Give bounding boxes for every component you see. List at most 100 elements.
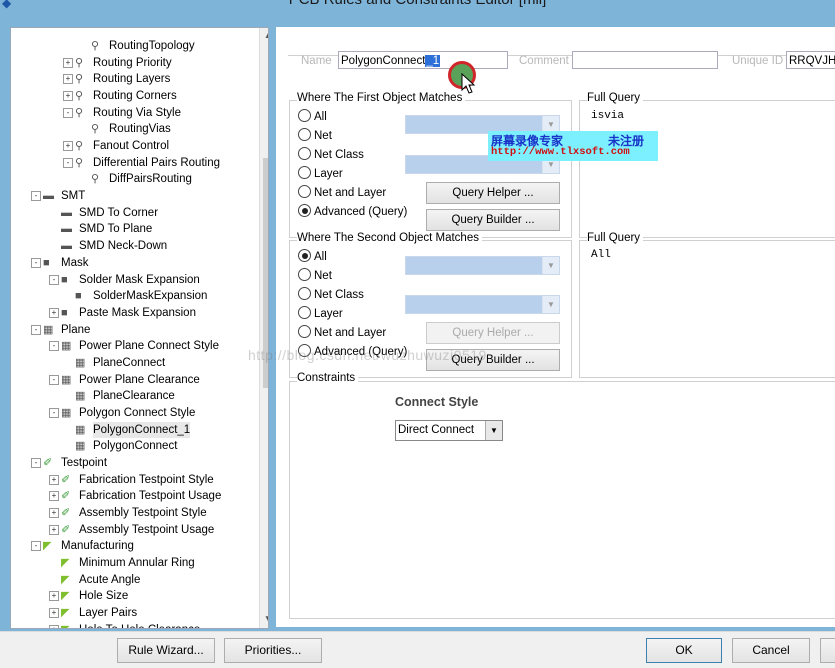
- radio-dot[interactable]: [298, 325, 311, 338]
- scroll-up-arrow-icon[interactable]: ▲: [260, 28, 268, 44]
- tree-item[interactable]: - ▬ SMT: [11, 188, 259, 204]
- ok-button[interactable]: OK: [646, 638, 722, 663]
- tree-item[interactable]: - ⚲ Differential Pairs Routing: [11, 155, 259, 171]
- tree-item[interactable]: + ⚲ Routing Layers: [11, 71, 259, 87]
- tree-item[interactable]: + ◤ Hole Size: [11, 588, 259, 604]
- tree-item[interactable]: - ■ Mask: [11, 255, 259, 271]
- radio-dot[interactable]: [298, 147, 311, 160]
- apply-button[interactable]: [820, 638, 835, 663]
- radio-dot[interactable]: [298, 166, 311, 179]
- second-radio-net[interactable]: Net: [298, 268, 332, 284]
- second-net-combo[interactable]: ▼: [405, 256, 560, 275]
- cancel-button[interactable]: Cancel: [732, 638, 810, 663]
- scroll-down-arrow-icon[interactable]: ▼: [260, 612, 268, 628]
- tree-item[interactable]: ⚲ RoutingTopology: [11, 38, 259, 54]
- second-radio-all[interactable]: All: [298, 249, 327, 265]
- tree-item[interactable]: ▦ PlaneClearance: [11, 388, 259, 404]
- tree-item[interactable]: + ◤ Layer Pairs: [11, 605, 259, 621]
- collapse-icon[interactable]: -: [31, 191, 41, 202]
- second-query-helper-button[interactable]: Query Helper ...: [426, 322, 560, 344]
- collapse-icon[interactable]: -: [63, 107, 73, 118]
- name-field[interactable]: PolygonConnect_1: [338, 51, 508, 69]
- first-radio-layer[interactable]: Layer: [298, 166, 343, 182]
- tree-item[interactable]: - ■ Solder Mask Expansion: [11, 272, 259, 288]
- tree-item[interactable]: ■ SolderMaskExpansion: [11, 288, 259, 304]
- unique-id-field[interactable]: RRQVJHT: [786, 51, 835, 69]
- radio-dot[interactable]: [298, 204, 311, 217]
- expand-icon[interactable]: +: [63, 57, 73, 68]
- first-radio-all[interactable]: All: [298, 109, 327, 125]
- tree-item[interactable]: ⚲ RoutingVias: [11, 121, 259, 137]
- tree-item[interactable]: - ▦ Plane: [11, 322, 259, 338]
- tree-item[interactable]: ▬ SMD To Corner: [11, 205, 259, 221]
- tree-item[interactable]: + ✐ Fabrication Testpoint Style: [11, 472, 259, 488]
- tree-item[interactable]: - ✐ Testpoint: [11, 455, 259, 471]
- tree-scrollbar[interactable]: ▲ ▼: [259, 28, 268, 628]
- expand-icon[interactable]: +: [49, 307, 59, 318]
- tree-item[interactable]: + ■ Paste Mask Expansion: [11, 305, 259, 321]
- collapse-icon[interactable]: -: [31, 257, 41, 268]
- collapse-icon[interactable]: -: [63, 157, 73, 168]
- first-radio-net-class[interactable]: Net Class: [298, 147, 364, 163]
- radio-label: All: [314, 111, 327, 123]
- collapse-icon[interactable]: -: [31, 541, 41, 552]
- second-radio-net-class[interactable]: Net Class: [298, 287, 364, 303]
- radio-dot[interactable]: [298, 249, 311, 262]
- first-query-helper-button[interactable]: Query Helper ...: [426, 182, 560, 204]
- tree-item[interactable]: + ⚲ Routing Corners: [11, 88, 259, 104]
- radio-dot[interactable]: [298, 287, 311, 300]
- tree-item[interactable]: - ◤ Manufacturing: [11, 538, 259, 554]
- radio-dot[interactable]: [298, 128, 311, 141]
- tree-item[interactable]: ◤ Acute Angle: [11, 572, 259, 588]
- tree-item[interactable]: - ▦ Power Plane Clearance: [11, 372, 259, 388]
- tree-item[interactable]: ▦ PolygonConnect: [11, 438, 259, 454]
- tree-item[interactable]: + ⚲ Fanout Control: [11, 138, 259, 154]
- tree-item[interactable]: + ⚲ Routing Priority: [11, 55, 259, 71]
- comment-field[interactable]: [572, 51, 718, 69]
- expand-icon[interactable]: +: [49, 608, 59, 619]
- radio-dot[interactable]: [298, 109, 311, 122]
- collapse-icon[interactable]: -: [49, 341, 59, 352]
- radio-dot[interactable]: [298, 306, 311, 319]
- collapse-icon[interactable]: -: [31, 324, 41, 335]
- second-radio-layer[interactable]: Layer: [298, 306, 343, 322]
- expand-icon[interactable]: +: [63, 74, 73, 85]
- tree-item[interactable]: - ⚲ Routing Via Style: [11, 105, 259, 121]
- collapse-icon[interactable]: -: [49, 274, 59, 285]
- first-query-builder-button[interactable]: Query Builder ...: [426, 209, 560, 231]
- rule-wizard-button[interactable]: Rule Wizard...: [117, 638, 215, 663]
- expand-icon[interactable]: +: [49, 591, 59, 602]
- priorities-button[interactable]: Priorities...: [224, 638, 322, 663]
- connect-style-dropdown[interactable]: Direct Connect ▼: [395, 420, 503, 441]
- tree-item[interactable]: + ✐ Assembly Testpoint Style: [11, 505, 259, 521]
- expand-icon[interactable]: +: [49, 524, 59, 535]
- expand-icon[interactable]: +: [49, 508, 59, 519]
- expand-icon[interactable]: +: [49, 491, 59, 502]
- expand-icon[interactable]: +: [63, 141, 73, 152]
- radio-dot[interactable]: [298, 185, 311, 198]
- first-radio-net-and-layer[interactable]: Net and Layer: [298, 185, 386, 201]
- tree-item[interactable]: +◤Hole To Hole Clearance: [11, 622, 259, 628]
- tree-item[interactable]: + ✐ Assembly Testpoint Usage: [11, 522, 259, 538]
- tree-item[interactable]: ◤ Minimum Annular Ring: [11, 555, 259, 571]
- expand-icon[interactable]: +: [63, 91, 73, 102]
- tree-item[interactable]: ⚲ DiffPairsRouting: [11, 171, 259, 187]
- radio-dot[interactable]: [298, 268, 311, 281]
- collapse-icon[interactable]: -: [31, 458, 41, 468]
- tree-item[interactable]: ▦ PolygonConnect_1: [11, 421, 259, 438]
- expand-icon[interactable]: +: [49, 474, 59, 485]
- second-radio-net-and-layer[interactable]: Net and Layer: [298, 325, 386, 341]
- tree-item[interactable]: ▬ SMD Neck-Down: [11, 238, 259, 254]
- collapse-icon[interactable]: -: [49, 374, 59, 385]
- tree-item[interactable]: ▬ SMD To Plane: [11, 221, 259, 237]
- collapse-icon[interactable]: -: [49, 407, 59, 418]
- tree-item[interactable]: - ▦ Power Plane Connect Style: [11, 338, 259, 354]
- second-netclass-combo[interactable]: ▼: [405, 295, 560, 314]
- tree-item[interactable]: ▦ PlaneConnect: [11, 355, 259, 371]
- tree-item[interactable]: - ▦ Polygon Connect Style: [11, 405, 259, 421]
- first-radio-advanced-query[interactable]: Advanced (Query): [298, 204, 407, 220]
- first-radio-net[interactable]: Net: [298, 128, 332, 144]
- expand-icon[interactable]: +: [49, 624, 59, 628]
- rules-tree[interactable]: ⚲ RoutingTopology + ⚲ Routing Priority + ⚲ Rout…: [10, 27, 269, 629]
- tree-item[interactable]: + ✐ Fabrication Testpoint Usage: [11, 488, 259, 504]
